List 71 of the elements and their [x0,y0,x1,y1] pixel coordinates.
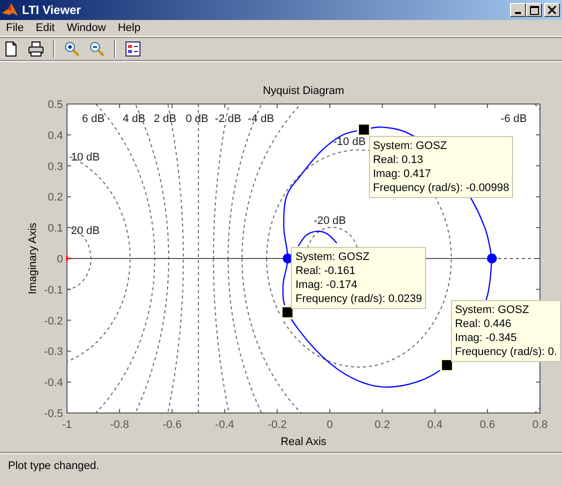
contour-label: -2 dB [214,112,242,125]
axis-tick-label: 0.8 [532,419,548,431]
menu-item[interactable]: File [0,22,30,34]
contour-label: 10 dB [71,152,100,164]
axis-tick-label: -0.2 [268,419,287,431]
axis-tick-label: -0.3 [44,346,63,358]
axis-tick-label: 0.4 [48,130,63,142]
menu-item[interactable]: Window [60,22,112,34]
data-tip-marker[interactable] [280,305,294,320]
data-tip-line: Imag: -0.345 [454,331,518,346]
status-message: Plot type changed. [8,460,100,472]
data-tip-marker[interactable] [356,122,371,137]
contour-label: -20 dB [314,214,346,227]
data-tip-line: Real: -0.161 [295,264,356,278]
contour-label: 4 dB [122,112,146,125]
axis-tick-label: 0.4 [427,419,443,431]
axis-tick-label: 0 [326,419,333,431]
data-tip-line: Frequency (rad/s): 0. [454,345,558,360]
zoom-in-icon[interactable] [64,41,80,57]
critical-point-marker [65,254,72,262]
new-document-icon[interactable] [3,41,19,57]
axis-tick-label: -0.1 [44,284,63,296]
data-tip-line: Imag: 0.417 [372,166,432,181]
axis-tick-label: -0.4 [215,419,234,431]
maximize-button[interactable] [526,3,542,17]
print-icon[interactable] [28,41,44,57]
axis-tick-label: 0.2 [48,192,63,204]
close-button[interactable] [544,3,560,17]
axis-tick-label: 0.3 [48,160,63,173]
contour-label: -4 dB [248,112,274,125]
data-tip-line: System: GOSZ [454,303,530,318]
data-tip-marker[interactable] [440,358,454,372]
axis-tick-label: 0.1 [48,222,63,235]
axis-tick-label: 0.5 [48,99,63,111]
menu-item[interactable]: Edit [30,22,61,34]
contour-label: 6 dB [82,112,105,125]
chart-title: Nyquist Diagram [262,85,344,97]
axis-tick-label: -0.8 [110,419,130,431]
axis-tick-label: -0.2 [44,315,63,328]
legend-icon[interactable] [125,41,141,57]
data-tip-line: Frequency (rad/s): 0.0239 [295,292,422,306]
contour-label: 0 dB [186,112,208,125]
window-title: LTI Viewer [22,3,81,17]
data-tip-line: Real: 0.13 [372,152,424,167]
zoom-out-icon[interactable] [89,41,105,57]
x-axis-label: Real Axis [280,436,326,448]
axis-tick-label: -0.4 [44,377,63,390]
maximize-icon [530,6,538,14]
axis-tick-label: -1 [62,419,72,431]
axis-tick-label: 0.2 [374,419,390,431]
peak-logo-icon [2,2,18,18]
contour-label: 20 dB [71,224,100,237]
axis-tick-label: 0 [56,254,63,266]
axis-tick-label: -0.6 [162,419,182,431]
data-tip-line: Real: 0.446 [454,317,512,332]
data-tip-line: Frequency (rad/s): -0.00998 [372,180,510,195]
axis-tick-label: -0.5 [44,408,63,420]
data-tip-line: System: GOSZ [295,250,370,264]
contour-label: 2 dB [154,112,176,125]
menu-item[interactable]: Help [112,22,146,34]
contour-label: -6 dB [500,112,527,125]
toolbar-separator [114,40,116,58]
minimize-button[interactable] [510,3,526,17]
axis-tick-label: 0.6 [480,419,496,431]
data-tip-line: Imag: -0.174 [295,278,358,292]
contour-label: -10 dB [333,136,366,148]
curve-marker[interactable] [486,254,497,264]
close-icon [548,6,556,14]
y-axis-label: Imaginary Axis [27,222,39,294]
data-tip-line: System: GOSZ [372,138,448,153]
toolbar-separator [53,40,55,58]
